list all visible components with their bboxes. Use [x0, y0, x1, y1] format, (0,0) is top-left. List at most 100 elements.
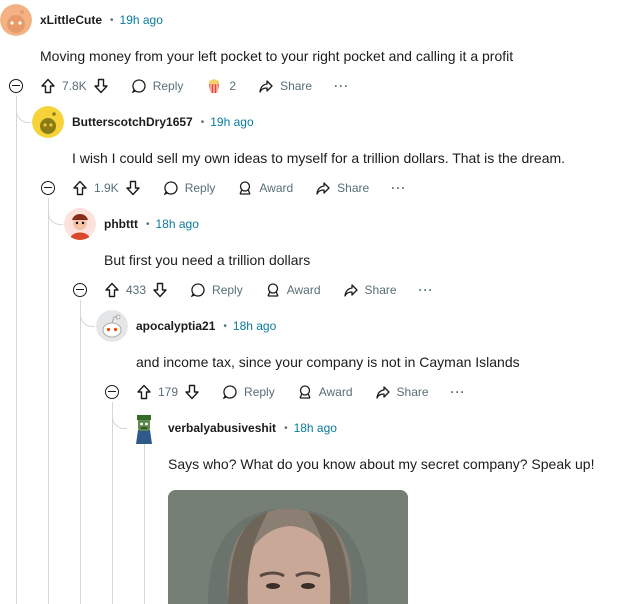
award-button[interactable]: Award: [297, 384, 353, 400]
vote-control: 433: [104, 282, 168, 298]
comment-time[interactable]: 18h ago: [294, 421, 337, 435]
comment-header: xLittleCute • 19h ago: [40, 10, 163, 30]
avatar[interactable]: [96, 310, 128, 342]
more-options-button[interactable]: ···: [334, 79, 349, 93]
award-icon: [267, 283, 279, 297]
award-icon: [299, 385, 311, 399]
separator-dot: •: [223, 320, 227, 332]
popcorn-award-icon: [209, 79, 220, 93]
vote-count: 1.9K: [94, 181, 119, 195]
comment-text: and income tax, since your company is no…: [136, 354, 520, 370]
comment-actions: 7.8K Reply 2 Share ···: [40, 74, 349, 98]
upvote-icon[interactable]: [136, 384, 152, 400]
reply-icon: [222, 385, 237, 400]
separator-dot: •: [110, 14, 114, 26]
reply-icon: [190, 283, 205, 298]
comment-text: I wish I could sell my own ideas to myse…: [72, 150, 566, 166]
vote-count: 433: [126, 283, 147, 297]
award-label: Award: [318, 385, 353, 399]
reply-icon: [131, 79, 146, 94]
comment-time[interactable]: 18h ago: [233, 319, 276, 333]
collapse-button[interactable]: [105, 385, 119, 399]
share-label: Share: [396, 385, 429, 399]
thread-line-3: [80, 300, 81, 604]
reply-button[interactable]: Reply: [131, 78, 184, 94]
vote-count: 179: [158, 385, 179, 399]
thread-connector: [80, 308, 95, 327]
thread-line-2: [48, 198, 49, 604]
comment-text: Says who? What do you know about my secr…: [168, 456, 595, 472]
collapse-button[interactable]: [9, 79, 23, 93]
more-options-button[interactable]: ···: [419, 283, 434, 297]
comment-author[interactable]: verbalyabusiveshit: [168, 421, 276, 435]
comment-actions: 433 Reply Award Share ···: [104, 278, 434, 302]
more-options-button[interactable]: ···: [451, 385, 466, 399]
reply-label: Reply: [152, 79, 184, 93]
comment-header: verbalyabusiveshit • 18h ago: [168, 418, 337, 438]
upvote-icon[interactable]: [40, 78, 56, 94]
downvote-icon[interactable]: [93, 78, 109, 94]
award-button[interactable]: 2: [205, 77, 236, 95]
avatar[interactable]: [64, 208, 96, 240]
embedded-gif[interactable]: [168, 490, 408, 604]
downvote-icon[interactable]: [125, 180, 141, 196]
comment-text: But first you need a trillion dollars: [104, 252, 311, 268]
comment-time[interactable]: 19h ago: [120, 13, 163, 27]
comment-author[interactable]: ButterscotchDry1657: [72, 115, 193, 129]
comment-time[interactable]: 19h ago: [210, 115, 253, 129]
separator-dot: •: [200, 116, 205, 128]
share-icon: [343, 284, 358, 297]
share-button[interactable]: Share: [315, 180, 369, 196]
share-icon: [259, 80, 273, 93]
share-icon: [375, 386, 390, 399]
vote-control: 179: [136, 384, 200, 400]
reply-button[interactable]: Reply: [163, 180, 216, 196]
thread-line-4: [112, 402, 113, 604]
collapse-button[interactable]: [41, 181, 55, 195]
comment-text: Moving money from your left pocket to yo…: [40, 48, 514, 64]
vote-control: 7.8K: [40, 78, 109, 94]
thread-connector: [16, 104, 31, 123]
share-button[interactable]: Share: [375, 384, 429, 400]
comment-author[interactable]: phbttt: [104, 217, 138, 231]
comment-time[interactable]: 18h ago: [156, 217, 199, 231]
reply-label: Reply: [212, 283, 243, 297]
share-label: Share: [337, 181, 370, 195]
comment-header: phbttt • 18h ago: [104, 214, 199, 234]
avatar[interactable]: [32, 106, 64, 138]
share-button[interactable]: Share: [258, 78, 312, 94]
vote-count: 7.8K: [62, 79, 87, 93]
thread-connector: [48, 206, 63, 225]
downvote-icon[interactable]: [152, 282, 168, 298]
award-icon: [239, 181, 251, 195]
separator-dot: •: [145, 218, 150, 230]
downvote-icon[interactable]: [184, 384, 200, 400]
share-icon: [316, 182, 330, 195]
award-label: Award: [286, 283, 321, 297]
thread-line-1: [16, 96, 17, 604]
reply-label: Reply: [244, 385, 275, 399]
comment-actions: 179 Reply Award Share ···: [136, 380, 466, 404]
comment-header: apocalyptia21 • 18h ago: [136, 316, 276, 336]
award-count: 2: [229, 79, 237, 93]
avatar[interactable]: [128, 410, 160, 444]
share-label: Share: [280, 79, 313, 93]
comment-author[interactable]: apocalyptia21: [136, 319, 215, 333]
upvote-icon[interactable]: [104, 282, 120, 298]
award-button[interactable]: Award: [237, 180, 293, 196]
more-options-button[interactable]: ···: [391, 181, 406, 195]
reply-button[interactable]: Reply: [190, 282, 243, 298]
share-label: Share: [364, 283, 397, 297]
upvote-icon[interactable]: [72, 180, 88, 196]
reply-button[interactable]: Reply: [222, 384, 275, 400]
avatar[interactable]: [0, 4, 32, 36]
award-button[interactable]: Award: [265, 282, 321, 298]
reply-label: Reply: [184, 181, 216, 195]
thread-line-5: [144, 444, 145, 604]
share-button[interactable]: Share: [343, 282, 397, 298]
separator-dot: •: [284, 422, 288, 434]
collapse-button[interactable]: [73, 283, 87, 297]
comment-author[interactable]: xLittleCute: [40, 13, 102, 27]
vote-control: 1.9K: [72, 180, 141, 196]
reply-icon: [163, 181, 178, 196]
